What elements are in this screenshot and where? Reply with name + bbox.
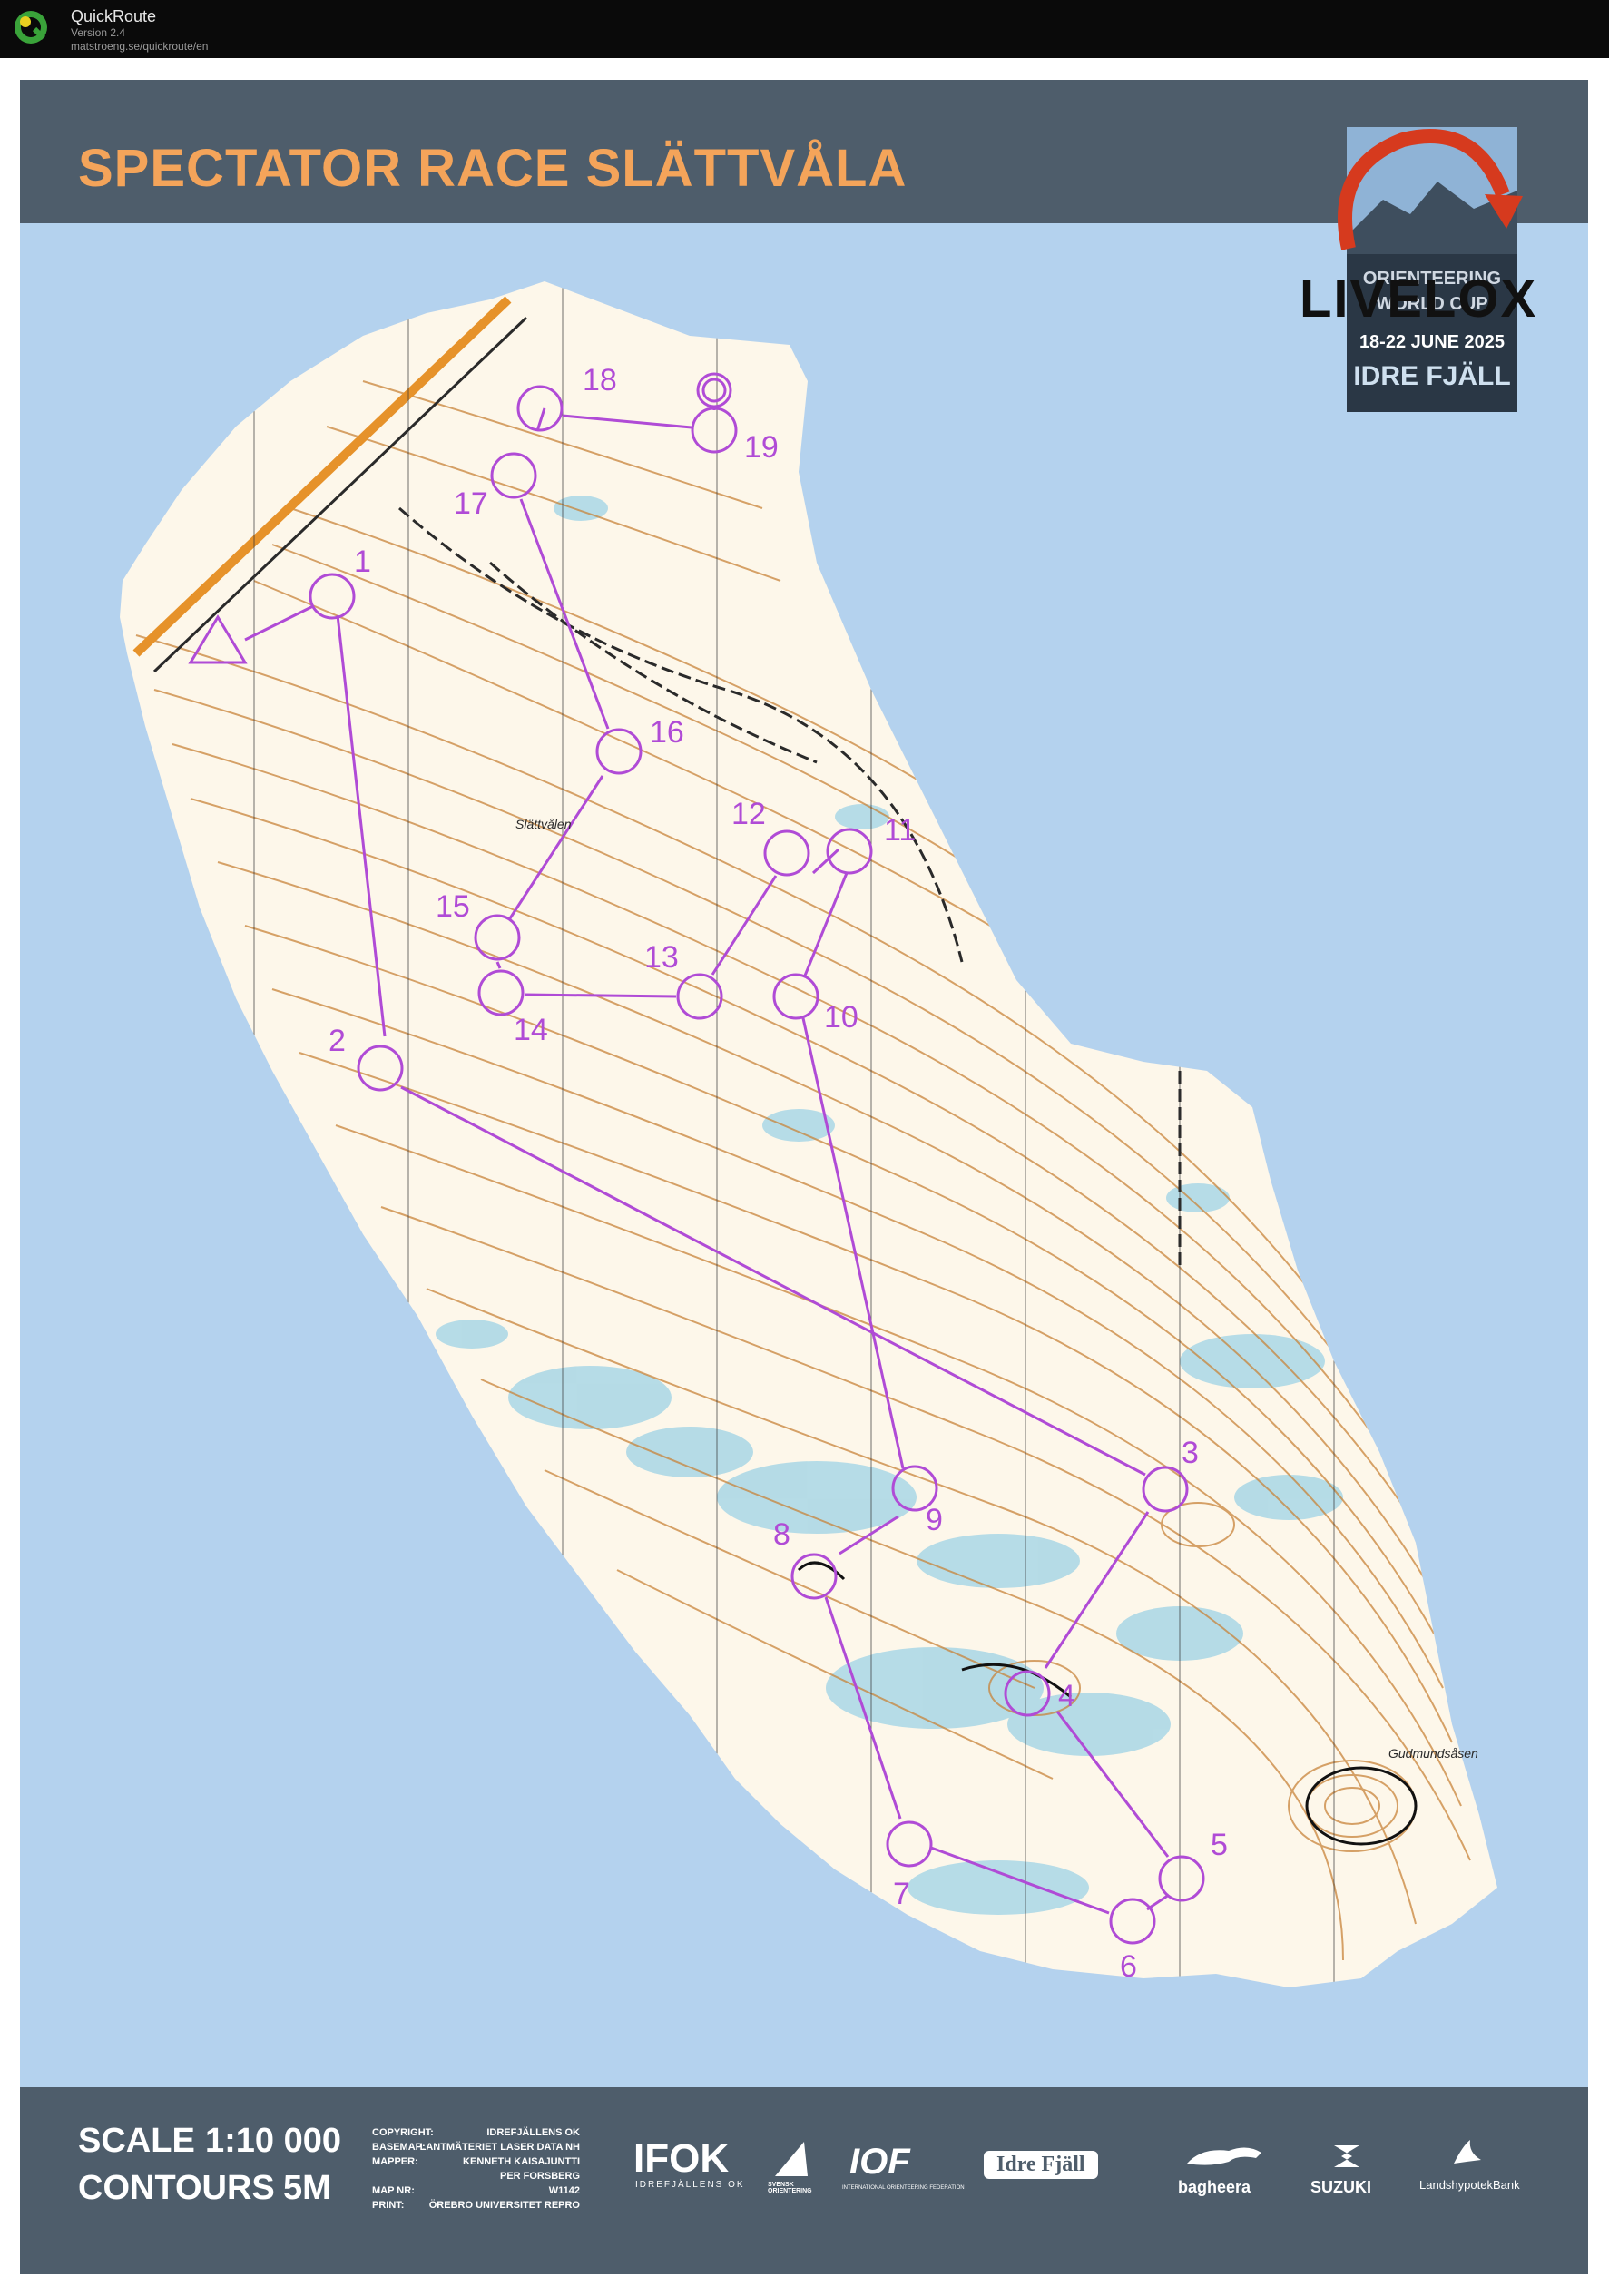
control-number-15: 15 [436, 889, 470, 924]
contours-value: 5M [283, 2169, 331, 2207]
control-number-6: 6 [1120, 1949, 1137, 1984]
credit-key: MAPPER: [372, 2156, 418, 2167]
credit-value: ÖREBRO UNIVERSITET REPRO [428, 2200, 580, 2211]
sponsor-ifok-sub: IDREFJÄLLENS OK [635, 2180, 745, 2190]
map-title: SPECTATOR RACE SLÄTTVÅLA [78, 139, 908, 198]
control-number-18: 18 [583, 363, 617, 397]
control-number-11: 11 [884, 813, 917, 848]
control-number-14: 14 [514, 1013, 548, 1047]
credit-value: PER FORSBERG [499, 2171, 580, 2182]
credit-value: KENNETH KAISAJUNTTI [463, 2156, 580, 2167]
credit-value: IDREFJÄLLENS OK [486, 2127, 580, 2138]
sponsor-landshypotek: LandshypotekBank [1419, 2178, 1520, 2192]
sponsor-svensk-orientering: SVENSK ORIENTERING [768, 2182, 812, 2194]
suzuki-s-icon [1334, 2145, 1359, 2167]
credit-value: LANTMÄTERIET LASER DATA NH [419, 2142, 580, 2153]
sponsor-suzuki: SUZUKI [1310, 2178, 1371, 2196]
landshypotek-bird-icon [1454, 2140, 1481, 2164]
livelox-logo: LIVELOX [1300, 270, 1538, 329]
scale-value: 1:10 000 [205, 2122, 342, 2160]
badge-venue: IDRE FJÄLL [1353, 361, 1511, 391]
control-number-19: 19 [744, 430, 779, 465]
control-number-9: 9 [926, 1503, 943, 1537]
credit-key: PRINT: [372, 2200, 405, 2211]
control-number-5: 5 [1211, 1828, 1228, 1862]
sponsor-idre-fjall: Idre Fjäll [984, 2151, 1098, 2179]
control-number-12: 12 [731, 797, 766, 831]
bagheera-panther-icon [1187, 2147, 1261, 2165]
sponsor-iof-sub: INTERNATIONAL ORIENTEERING FEDERATION [842, 2185, 965, 2191]
scale-label: SCALE [78, 2122, 195, 2160]
place-name-slattvalen: Slättvålen [515, 817, 572, 831]
control-number-17: 17 [454, 486, 488, 521]
control-number-16: 16 [650, 715, 684, 750]
credit-key: COPYRIGHT: [372, 2127, 434, 2138]
control-number-13: 13 [644, 940, 679, 975]
terrain [120, 281, 1497, 1987]
livelox-arrow-icon [1338, 129, 1523, 250]
control-number-10: 10 [824, 1000, 858, 1035]
control-number-7: 7 [893, 1877, 910, 1911]
place-name-gudmundsasen: Gudmundsåsen [1388, 1746, 1478, 1761]
sponsor-ifok: IFOK [633, 2136, 730, 2181]
control-number-8: 8 [773, 1517, 790, 1552]
credit-key: MAP NR: [372, 2185, 415, 2196]
sponsor-iof: IOF [849, 2142, 910, 2182]
control-number-1: 1 [354, 545, 371, 579]
contours-label: CONTOURS [78, 2169, 275, 2207]
control-number-4: 4 [1058, 1679, 1075, 1713]
badge-dates: 18-22 JUNE 2025 [1359, 332, 1506, 352]
control-number-2: 2 [329, 1024, 346, 1058]
svensk-orientering-icon [775, 2142, 808, 2176]
credit-value: W1142 [548, 2185, 580, 2196]
control-number-3: 3 [1182, 1436, 1199, 1470]
credit-key: BASEMAP: [372, 2142, 426, 2153]
sponsor-bagheera: bagheera [1178, 2178, 1251, 2196]
